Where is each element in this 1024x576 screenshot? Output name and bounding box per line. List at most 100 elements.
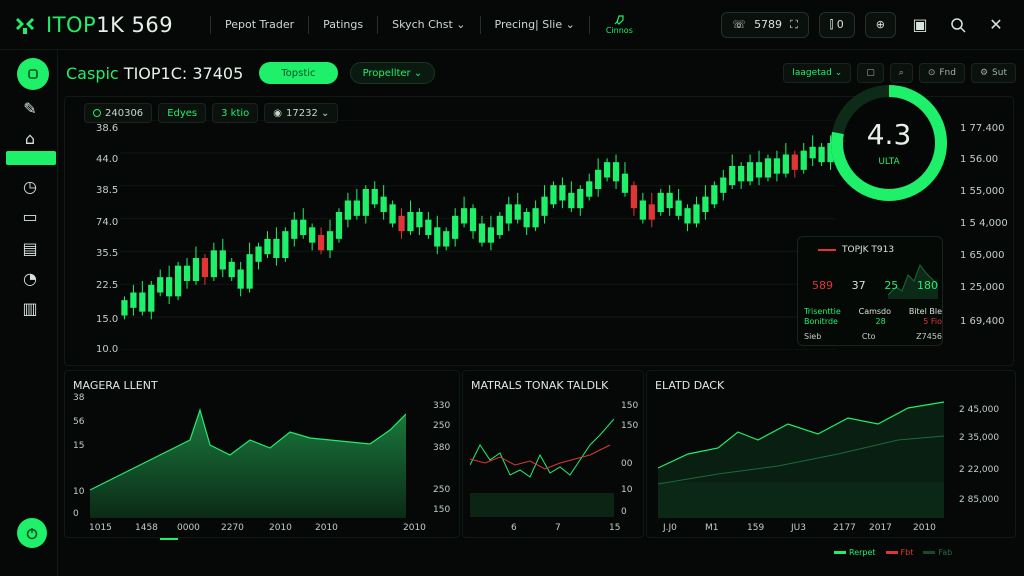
candle-body[interactable] bbox=[407, 212, 414, 232]
primary-action-button[interactable]: Topstic bbox=[259, 62, 338, 84]
candle-body[interactable] bbox=[496, 215, 503, 235]
elated-area-chart[interactable] bbox=[658, 398, 944, 518]
candle-body[interactable] bbox=[443, 231, 450, 247]
candle-body[interactable] bbox=[693, 204, 700, 224]
candle-body[interactable] bbox=[183, 265, 191, 281]
candle-body[interactable] bbox=[389, 204, 396, 224]
candle-body[interactable] bbox=[192, 258, 200, 281]
brand[interactable]: ITOP1K 569 bbox=[14, 13, 204, 37]
candle-body[interactable] bbox=[478, 223, 486, 243]
sidebar-power-button[interactable] bbox=[17, 518, 47, 548]
candle-body[interactable] bbox=[800, 150, 807, 170]
candle-body[interactable] bbox=[210, 250, 217, 278]
candle-body[interactable] bbox=[746, 162, 754, 182]
candle-body[interactable] bbox=[273, 238, 280, 258]
candle-body[interactable] bbox=[460, 208, 468, 224]
candle-body[interactable] bbox=[577, 189, 584, 209]
candle-body[interactable] bbox=[657, 192, 664, 212]
candle-body[interactable] bbox=[300, 219, 307, 235]
sidebar-home-button[interactable] bbox=[17, 58, 49, 90]
candle-body[interactable] bbox=[264, 238, 271, 255]
candle-body[interactable] bbox=[237, 269, 244, 289]
candle-body[interactable] bbox=[130, 292, 137, 308]
candle-body[interactable] bbox=[398, 215, 405, 232]
sidebar-item-bank[interactable]: ⌂ bbox=[18, 126, 42, 150]
candle-body[interactable] bbox=[729, 166, 736, 186]
candle-body[interactable] bbox=[469, 208, 477, 232]
phone-pill[interactable]: ☏ 5789 ⛶ bbox=[721, 11, 809, 38]
candle-body[interactable] bbox=[532, 208, 539, 228]
ticker-info-card[interactable]: TOPJK T913 589 37 25 180 Trisenttie Cams… bbox=[797, 236, 943, 346]
nav-item-chart[interactable]: Skych Chst ⌄ bbox=[386, 14, 471, 35]
candle-body[interactable] bbox=[246, 254, 253, 289]
candle-body[interactable] bbox=[326, 231, 334, 251]
zoom-button[interactable]: ⌕ bbox=[889, 63, 913, 83]
materials-line-chart[interactable] bbox=[470, 415, 614, 517]
candle-body[interactable] bbox=[559, 185, 566, 201]
candle-body[interactable] bbox=[291, 219, 298, 239]
lock-button[interactable]: ▢ bbox=[857, 63, 884, 83]
candle-body[interactable] bbox=[595, 169, 602, 189]
candle-body[interactable] bbox=[219, 250, 226, 270]
properties-dropdown[interactable]: Propellter ⌄ bbox=[349, 62, 436, 84]
bottom-scrollbar[interactable] bbox=[160, 538, 178, 540]
candle-body[interactable] bbox=[791, 154, 798, 170]
candle-body[interactable] bbox=[255, 246, 262, 262]
candle-body[interactable] bbox=[174, 265, 182, 297]
find-button[interactable]: ⊙ Fnd bbox=[918, 63, 965, 83]
sidebar-active-indicator[interactable] bbox=[6, 151, 56, 165]
candle-body[interactable] bbox=[782, 154, 789, 174]
candle-body[interactable] bbox=[612, 162, 620, 182]
globe-button[interactable]: ⊕ bbox=[864, 11, 896, 38]
candle-body[interactable] bbox=[317, 235, 325, 251]
candle-body[interactable] bbox=[755, 162, 763, 178]
candle-body[interactable] bbox=[282, 231, 289, 258]
manage-dropdown[interactable]: Iaagetad ⌄ bbox=[783, 63, 852, 83]
candle-body[interactable] bbox=[684, 208, 691, 224]
candle-body[interactable] bbox=[371, 189, 378, 205]
sidebar-item-edit[interactable]: ✎ bbox=[18, 96, 42, 120]
candle-body[interactable] bbox=[702, 196, 709, 212]
candle-body[interactable] bbox=[362, 189, 369, 216]
candle-body[interactable] bbox=[139, 292, 146, 312]
nav-item-trader[interactable]: Pepot Trader bbox=[219, 14, 300, 35]
nav-extra[interactable]: Cinnos bbox=[606, 14, 633, 35]
counter-pill[interactable]: ⫿ 0 bbox=[818, 11, 855, 38]
sidebar-item-history[interactable]: ◔ bbox=[18, 266, 42, 290]
candle-body[interactable] bbox=[818, 146, 825, 163]
legend-item-2[interactable]: Fbt bbox=[885, 548, 913, 557]
candle-body[interactable] bbox=[514, 204, 521, 220]
candle-body[interactable] bbox=[452, 215, 459, 239]
search-button[interactable] bbox=[944, 12, 972, 38]
candle-body[interactable] bbox=[764, 158, 772, 178]
candle-body[interactable] bbox=[711, 185, 718, 205]
candle-body[interactable] bbox=[487, 227, 495, 243]
candle-body[interactable] bbox=[166, 277, 173, 297]
nav-item-pricing[interactable]: Precing| Slie ⌄ bbox=[489, 14, 581, 35]
candle-body[interactable] bbox=[621, 173, 629, 193]
close-button[interactable]: ✕ bbox=[982, 12, 1010, 38]
legend-item-1[interactable]: Rerpet bbox=[834, 548, 876, 557]
candle-body[interactable] bbox=[720, 177, 727, 193]
nav-item-patings[interactable]: Patings bbox=[317, 14, 369, 35]
settings-button[interactable]: ⚙ Sut bbox=[970, 63, 1016, 83]
candle-body[interactable] bbox=[505, 204, 512, 224]
candle-body[interactable] bbox=[344, 200, 352, 220]
candle-body[interactable] bbox=[550, 185, 557, 205]
candle-body[interactable] bbox=[425, 219, 432, 235]
candle-body[interactable] bbox=[738, 166, 745, 182]
candle-body[interactable] bbox=[675, 200, 682, 216]
candle-body[interactable] bbox=[648, 204, 655, 220]
candle-body[interactable] bbox=[541, 196, 548, 216]
candle-body[interactable] bbox=[309, 227, 316, 243]
chip-edges[interactable]: Edyes bbox=[158, 103, 207, 123]
market-area-chart[interactable] bbox=[90, 400, 406, 518]
chip-ratio[interactable]: 3 ktio bbox=[212, 103, 259, 123]
candle-body[interactable] bbox=[639, 200, 646, 220]
candle-body[interactable] bbox=[586, 181, 593, 197]
candle-body[interactable] bbox=[157, 277, 164, 293]
candle-body[interactable] bbox=[148, 284, 155, 312]
candle-body[interactable] bbox=[380, 196, 387, 212]
candlestick-chart[interactable] bbox=[120, 120, 835, 350]
candle-body[interactable] bbox=[630, 185, 638, 209]
